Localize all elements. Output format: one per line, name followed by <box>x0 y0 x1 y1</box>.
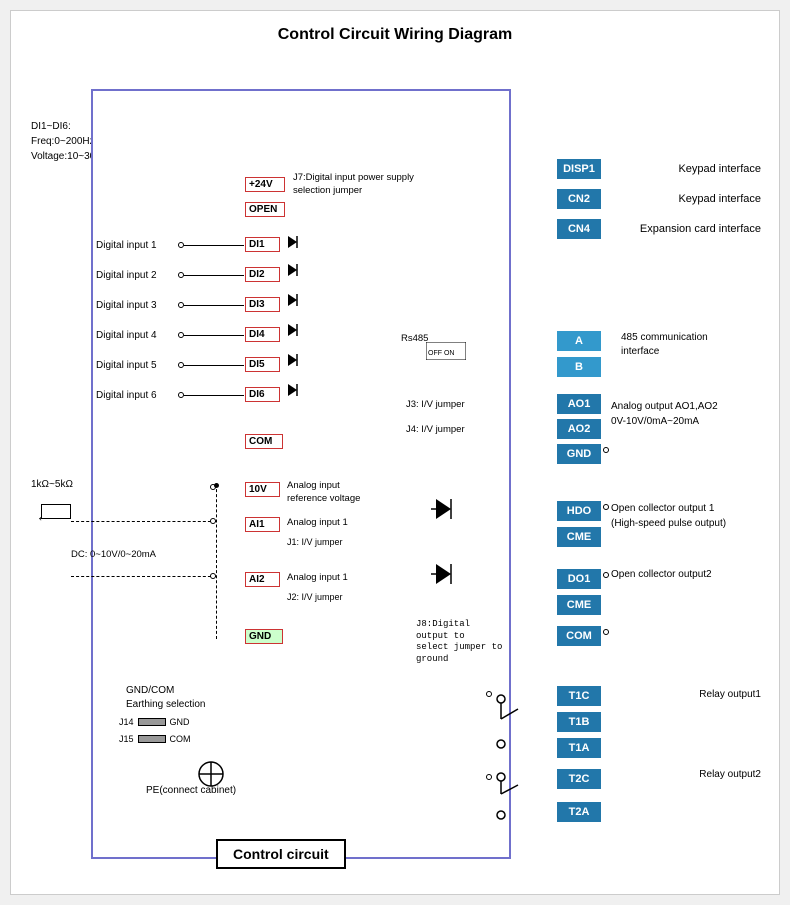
oc-t2c <box>486 774 492 780</box>
terminal-24v: +24V <box>245 177 285 192</box>
diagram-container: DI1~DI6: Freq:0~200Hz(DI5:0~100KHz) Volt… <box>31 59 761 879</box>
oc-ai2 <box>210 573 216 579</box>
oc-t1c <box>486 691 492 697</box>
di-label-6: Digital input 6 <box>96 390 157 401</box>
node-di5 <box>178 362 184 368</box>
wire-di1 <box>184 245 244 246</box>
terminal-di3: DI3 <box>245 297 280 312</box>
analog-ref-label: Analog inputreference voltage <box>287 479 397 506</box>
transistor-hdo <box>431 494 491 544</box>
diode-group <box>283 229 353 414</box>
oc-ai1 <box>210 518 216 524</box>
terminal-open: OPEN <box>245 202 285 217</box>
terminal-di5: DI5 <box>245 357 280 372</box>
connector-b: B <box>557 357 601 377</box>
arrow-icon: ← <box>36 508 50 524</box>
node-di2 <box>178 272 184 278</box>
dot-v1 <box>214 483 219 488</box>
connector-t1c: T1C <box>557 686 601 706</box>
connector-cme2: CME <box>557 595 601 615</box>
terminal-di1: DI1 <box>245 237 280 252</box>
j7-label: J7:Digital input power supply selection … <box>293 171 423 198</box>
ai1-label: Analog input 1 <box>287 517 348 528</box>
node-di1 <box>178 242 184 248</box>
connector-t2c: T2C <box>557 769 601 789</box>
terminal-ai2: AI2 <box>245 572 280 587</box>
terminal-10v: 10V <box>245 482 280 497</box>
terminal-gnd-analog: GND <box>245 629 283 644</box>
485-label: 485 communicationinterface <box>621 331 761 359</box>
connector-cn4: CN4 <box>557 219 601 239</box>
connector-hdo: HDO <box>557 501 601 521</box>
j14-section: J14 GND <box>119 717 190 727</box>
connector-ao1: AO1 <box>557 394 601 414</box>
terminal-di2: DI2 <box>245 267 280 282</box>
j15-section: J15 COM <box>119 734 191 744</box>
connector-t1b: T1B <box>557 712 601 732</box>
terminal-ai1: AI1 <box>245 517 280 532</box>
di-label-5: Digital input 5 <box>96 360 157 371</box>
j8-label: J8:Digital output toselect jumper to gro… <box>416 619 506 666</box>
node-di4 <box>178 332 184 338</box>
connector-t1a: T1A <box>557 738 601 758</box>
connector-com-do: COM <box>557 626 601 646</box>
dc-range-label: DC: 0~10V/0~20mA <box>71 549 156 560</box>
ai2-label: Analog input 1 <box>287 572 348 583</box>
j1-label: J1: I/V jumper <box>287 537 343 547</box>
svg-text:OFF ON: OFF ON <box>428 350 454 357</box>
ao-label: Analog output AO1,AO20V-10V/0mA~20mA <box>611 399 761 429</box>
terminal-di6: DI6 <box>245 387 280 402</box>
connector-cme1: CME <box>557 527 601 547</box>
relay2-switch <box>493 769 543 824</box>
disp1-label: Keypad interface <box>678 163 761 175</box>
hdo-label: Open collector output 1(High-speed pulse… <box>611 501 761 531</box>
cn4-label: Expansion card interface <box>640 223 761 235</box>
node-di6 <box>178 392 184 398</box>
wire-di2 <box>184 275 244 276</box>
j3-label: J3: I/V jumper <box>406 399 465 410</box>
connector-t2a: T2A <box>557 802 601 822</box>
node-di3 <box>178 302 184 308</box>
cn2-label: Keypad interface <box>678 193 761 205</box>
di-label-1: Digital input 1 <box>96 240 157 251</box>
transistor-do1 <box>431 559 491 609</box>
dashed-h-ai1 <box>71 521 216 522</box>
rs485-label: Rs485 <box>401 333 428 344</box>
di-label-4: Digital input 4 <box>96 330 157 341</box>
connector-a: A <box>557 331 601 351</box>
di-label-3: Digital input 3 <box>96 300 157 311</box>
j2-label: J2: I/V jumper <box>287 592 343 602</box>
wire-di6 <box>184 395 244 396</box>
do1-label: Open collector output2 <box>611 569 761 580</box>
pe-label: PE(connect cabinet) <box>146 785 236 796</box>
oc-hdo <box>603 504 609 510</box>
connector-cn2: CN2 <box>557 189 601 209</box>
connector-disp1: DISP1 <box>557 159 601 179</box>
connector-gnd-ao: GND <box>557 444 601 464</box>
rs485-switch: OFF ON <box>426 342 466 360</box>
terminal-di4: DI4 <box>245 327 280 342</box>
dashed-v1 <box>216 484 217 639</box>
dashed-h-ai2 <box>71 576 216 577</box>
wire-di3 <box>184 305 244 306</box>
wire-di5 <box>184 365 244 366</box>
wire-di4 <box>184 335 244 336</box>
res-range-label: 1kΩ~5kΩ <box>31 479 73 490</box>
terminal-com-digital: COM <box>245 434 283 449</box>
j4-label: J4: I/V jumper <box>406 424 465 435</box>
relay1-switch <box>493 689 543 754</box>
oc-com-do <box>603 629 609 635</box>
connector-do1: DO1 <box>557 569 601 589</box>
di-label-2: Digital input 2 <box>96 270 157 281</box>
relay2-label: Relay output2 <box>699 769 761 780</box>
page: Control Circuit Wiring Diagram DI1~DI6: … <box>10 10 780 895</box>
connector-ao2: AO2 <box>557 419 601 439</box>
oc-do1 <box>603 572 609 578</box>
gnd-com-label: GND/COMEarthing selection <box>126 684 206 712</box>
relay1-label: Relay output1 <box>699 689 761 700</box>
oc-gnd-dot <box>603 447 609 453</box>
page-title: Control Circuit Wiring Diagram <box>31 26 759 44</box>
control-circuit-label: Control circuit <box>216 839 346 869</box>
